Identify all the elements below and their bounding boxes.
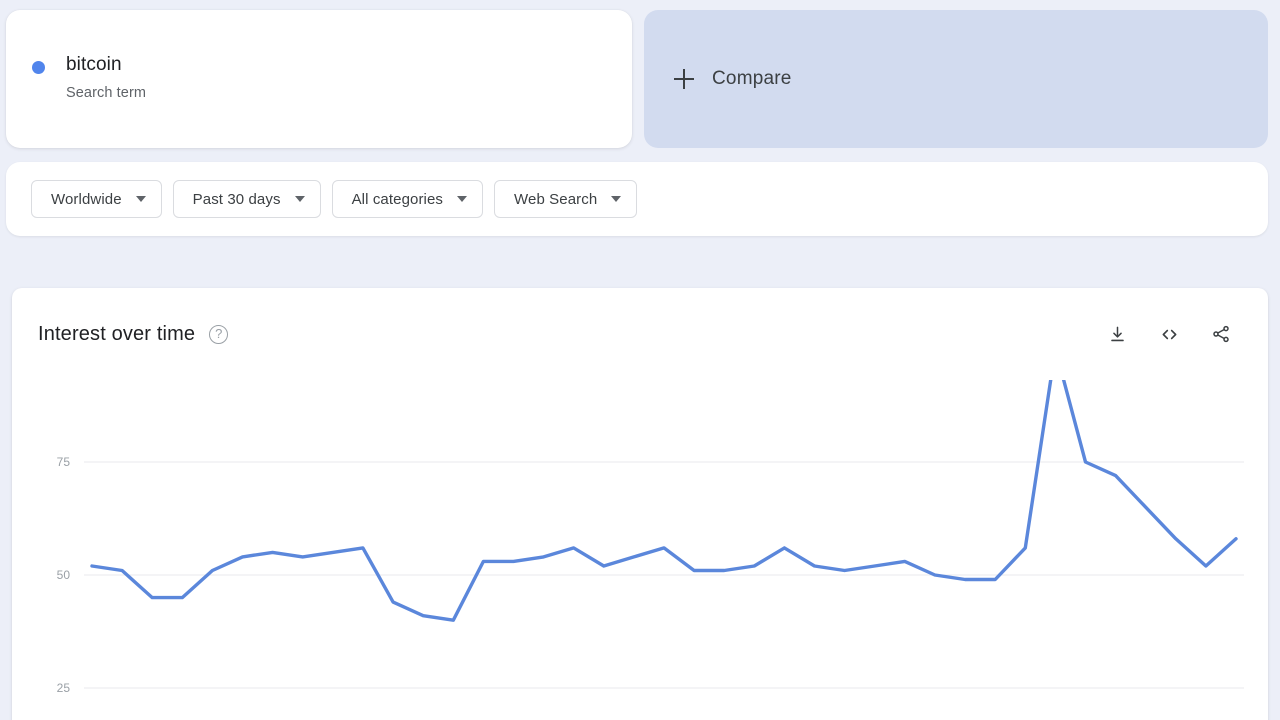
filter-category-label: All categories bbox=[352, 191, 443, 208]
y-tick-label: 75 bbox=[57, 455, 71, 469]
filter-category[interactable]: All categories bbox=[332, 180, 483, 218]
chevron-down-icon bbox=[611, 196, 621, 202]
trends-page: bitcoin Search term Compare Worldwide Pa… bbox=[0, 0, 1280, 720]
search-term-content: bitcoin Search term bbox=[32, 53, 146, 103]
plus-icon bbox=[674, 69, 694, 89]
chart-svg: 255075100 Oct 3Oct 12Oct 21Oct 30 bbox=[12, 380, 1268, 720]
series-line-bitcoin bbox=[92, 380, 1236, 620]
filter-time-range[interactable]: Past 30 days bbox=[173, 180, 321, 218]
chart-title-wrap: Interest over time ? bbox=[38, 323, 228, 346]
chevron-down-icon bbox=[136, 196, 146, 202]
help-icon[interactable]: ? bbox=[209, 325, 228, 344]
download-icon[interactable] bbox=[1104, 321, 1130, 347]
search-term-type: Search term bbox=[66, 83, 146, 103]
y-axis-ticks: 255075100 bbox=[50, 380, 70, 695]
code-icon[interactable] bbox=[1156, 321, 1182, 347]
chevron-down-icon bbox=[295, 196, 305, 202]
search-term-texts: bitcoin Search term bbox=[66, 53, 146, 103]
series-color-dot bbox=[32, 61, 45, 74]
grid-lines bbox=[84, 380, 1244, 688]
y-tick-label: 50 bbox=[57, 568, 71, 582]
filter-location-label: Worldwide bbox=[51, 191, 122, 208]
interest-over-time-plot[interactable]: 255075100 Oct 3Oct 12Oct 21Oct 30 bbox=[12, 380, 1268, 720]
search-term-name: bitcoin bbox=[66, 53, 146, 77]
filter-search-type-label: Web Search bbox=[514, 191, 597, 208]
chart-actions bbox=[1104, 321, 1234, 347]
filter-bar: Worldwide Past 30 days All categories We… bbox=[6, 162, 1268, 236]
compare-label: Compare bbox=[712, 68, 792, 90]
filter-location[interactable]: Worldwide bbox=[31, 180, 162, 218]
chart-header: Interest over time ? bbox=[12, 288, 1268, 380]
interest-over-time-card: Interest over time ? bbox=[12, 288, 1268, 720]
chart-title: Interest over time bbox=[38, 323, 195, 346]
y-tick-label: 25 bbox=[57, 681, 71, 695]
filter-time-range-label: Past 30 days bbox=[193, 191, 281, 208]
compare-content: Compare bbox=[674, 68, 792, 90]
filter-search-type[interactable]: Web Search bbox=[494, 180, 637, 218]
compare-card[interactable]: Compare bbox=[644, 10, 1268, 148]
chevron-down-icon bbox=[457, 196, 467, 202]
share-icon[interactable] bbox=[1208, 321, 1234, 347]
search-term-card[interactable]: bitcoin Search term bbox=[6, 10, 632, 148]
query-row: bitcoin Search term Compare bbox=[0, 0, 1280, 156]
